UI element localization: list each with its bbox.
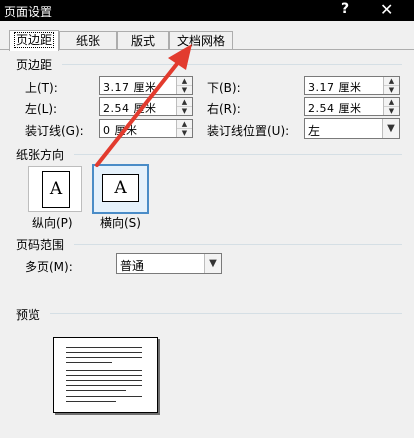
portrait-label[interactable]: 纵向(P) — [32, 214, 73, 231]
chevron-down-icon[interactable]: ▼ — [382, 119, 399, 138]
multiple-pages-value: 普通 — [120, 259, 145, 273]
tab-strip: 页边距 纸张 版式 文档网格 — [0, 30, 414, 51]
right-margin-label: 右(R): — [207, 102, 241, 116]
pages-section-title: 页码范围 — [16, 238, 65, 252]
help-button[interactable]: ? — [341, 1, 349, 17]
gutter-position-value: 左 — [308, 124, 321, 138]
gutter-label: 装订线(G): — [25, 124, 84, 138]
preview-text-line — [66, 380, 142, 381]
top-margin-spinner[interactable]: 3.17 厘米 ▲ ▼ — [99, 76, 193, 95]
gutter-value: 0 厘米 — [103, 124, 138, 137]
gutter-position-select[interactable]: 左 ▼ — [304, 118, 400, 139]
portrait-option[interactable]: A — [28, 166, 82, 212]
title-bar: 页面设置 ? ✕ — [0, 0, 414, 21]
left-margin-value: 2.54 厘米 — [103, 102, 157, 115]
tab-document-grid[interactable]: 文档网格 — [169, 31, 233, 49]
bottom-margin-value: 3.17 厘米 — [308, 81, 362, 94]
tab-paper[interactable]: 纸张 — [59, 31, 117, 49]
left-margin-spinner[interactable]: 2.54 厘米 ▲ ▼ — [99, 97, 193, 116]
orientation-section-title: 纸张方向 — [16, 148, 65, 162]
margins-section-title: 页边距 — [16, 58, 53, 72]
preview-text-line — [66, 352, 142, 353]
spin-up-icon[interactable]: ▲ — [177, 77, 192, 86]
preview-text-line — [66, 385, 142, 386]
right-margin-spinner[interactable]: 2.54 厘米 ▲ ▼ — [304, 97, 400, 116]
bottom-margin-label: 下(B): — [207, 81, 241, 95]
preview-text-line — [66, 347, 142, 348]
pages-separator — [74, 244, 402, 245]
spin-down-icon[interactable]: ▼ — [177, 86, 192, 94]
right-margin-value: 2.54 厘米 — [308, 102, 362, 115]
preview-text-line — [66, 375, 142, 376]
tab-margins[interactable]: 页边距 — [9, 30, 59, 51]
preview-text-line — [66, 401, 116, 402]
gutter-position-label: 装订线位置(U): — [207, 124, 290, 138]
gutter-spinner[interactable]: 0 厘米 ▲ ▼ — [99, 119, 193, 138]
spin-up-icon[interactable]: ▲ — [177, 98, 192, 107]
preview-text-line — [66, 390, 126, 391]
preview-text-line — [66, 370, 142, 371]
spin-up-icon[interactable]: ▲ — [384, 98, 399, 107]
spin-up-icon[interactable]: ▲ — [384, 77, 399, 86]
tab-layout[interactable]: 版式 — [117, 31, 169, 49]
multiple-pages-label: 多页(M): — [25, 260, 73, 274]
spin-down-icon[interactable]: ▼ — [177, 129, 192, 137]
close-button[interactable]: ✕ — [380, 0, 393, 19]
bottom-margin-spinner[interactable]: 3.17 厘米 ▲ ▼ — [304, 76, 400, 95]
multiple-pages-select[interactable]: 普通 ▼ — [116, 253, 222, 274]
spin-down-icon[interactable]: ▼ — [384, 107, 399, 115]
portrait-page-icon: A — [42, 171, 70, 208]
chevron-down-icon[interactable]: ▼ — [204, 254, 221, 273]
preview-text-line — [66, 362, 112, 363]
orientation-separator — [74, 154, 402, 155]
tab-divider — [0, 49, 414, 50]
preview-text-line — [66, 396, 142, 397]
landscape-label[interactable]: 横向(S) — [100, 214, 141, 231]
margins-separator — [62, 64, 402, 65]
left-margin-label: 左(L): — [25, 102, 58, 116]
preview-text-line — [66, 357, 142, 358]
top-margin-label: 上(T): — [25, 81, 58, 95]
top-margin-value: 3.17 厘米 — [103, 81, 157, 94]
spin-down-icon[interactable]: ▼ — [384, 86, 399, 94]
spin-up-icon[interactable]: ▲ — [177, 120, 192, 129]
window-title: 页面设置 — [4, 5, 53, 19]
spin-down-icon[interactable]: ▼ — [177, 107, 192, 115]
preview-page — [53, 337, 158, 413]
landscape-page-icon: A — [102, 174, 139, 202]
preview-separator — [50, 313, 402, 314]
preview-section-title: 预览 — [16, 308, 41, 322]
landscape-option[interactable]: A — [92, 164, 149, 214]
